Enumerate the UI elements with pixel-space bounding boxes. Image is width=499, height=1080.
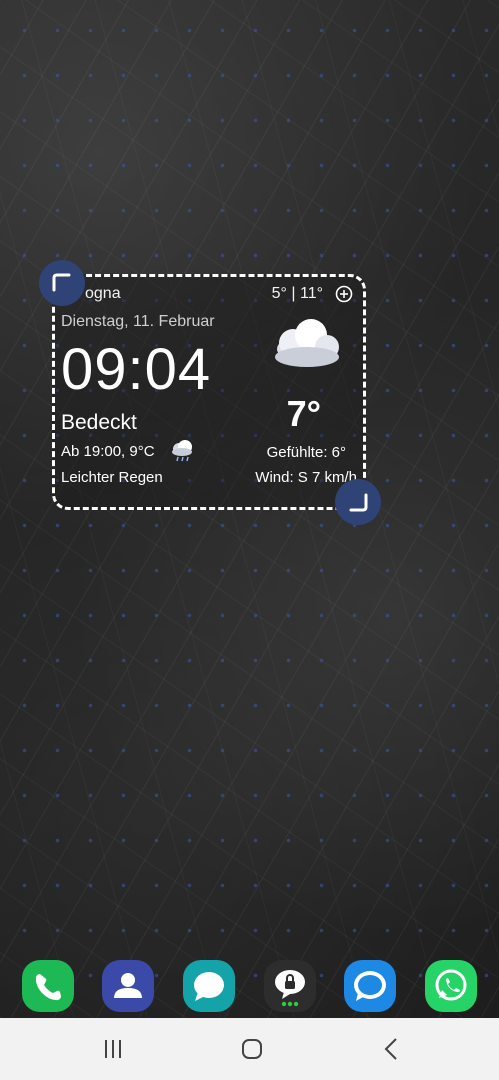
whatsapp-app-icon[interactable]	[425, 960, 477, 1012]
location-label[interactable]: ogna	[85, 285, 121, 303]
recent-apps-button[interactable]	[98, 1036, 128, 1062]
back-button[interactable]	[376, 1036, 406, 1062]
home-button[interactable]	[237, 1036, 267, 1062]
cloud-icon	[275, 319, 339, 367]
secure-folder-app-icon[interactable]	[264, 960, 316, 1012]
forecast-condition-label: Leichter Regen	[61, 469, 163, 486]
chat-bubble-icon	[354, 971, 386, 1001]
corner-bottom-right-icon	[349, 493, 368, 512]
feels-like-label: Gefühlte: 6°	[266, 444, 346, 461]
message-bubble-icon	[194, 972, 224, 1001]
temp-range-label: 5° | 11°	[271, 285, 323, 302]
add-icon[interactable]	[335, 285, 353, 303]
phone-icon	[35, 974, 61, 1001]
corner-top-left-icon	[52, 273, 71, 292]
condition-label: Bedeckt	[61, 411, 137, 434]
time-display[interactable]: 09:04	[61, 337, 211, 403]
contacts-app-icon[interactable]	[102, 960, 154, 1012]
current-temperature: 7°	[286, 393, 321, 434]
phone-app-icon[interactable]	[22, 960, 74, 1012]
forecast-label: Ab 19:00, 9°C	[61, 443, 155, 460]
resize-handle-bottom-right[interactable]	[335, 479, 381, 525]
navigation-bar	[0, 1018, 499, 1080]
weather-widget[interactable]: ogna 5° | 11° Dienstag, 11. Februar 09:0…	[52, 274, 366, 510]
date-label: Dienstag, 11. Februar	[61, 313, 215, 330]
resize-handle-top-left[interactable]	[39, 260, 85, 306]
whatsapp-icon	[435, 969, 467, 1001]
rain-cloud-icon	[172, 440, 192, 462]
lock-icon	[275, 970, 305, 1007]
person-icon	[114, 973, 142, 998]
chat-app-icon[interactable]	[344, 960, 396, 1012]
messages-app-icon[interactable]	[183, 960, 235, 1012]
